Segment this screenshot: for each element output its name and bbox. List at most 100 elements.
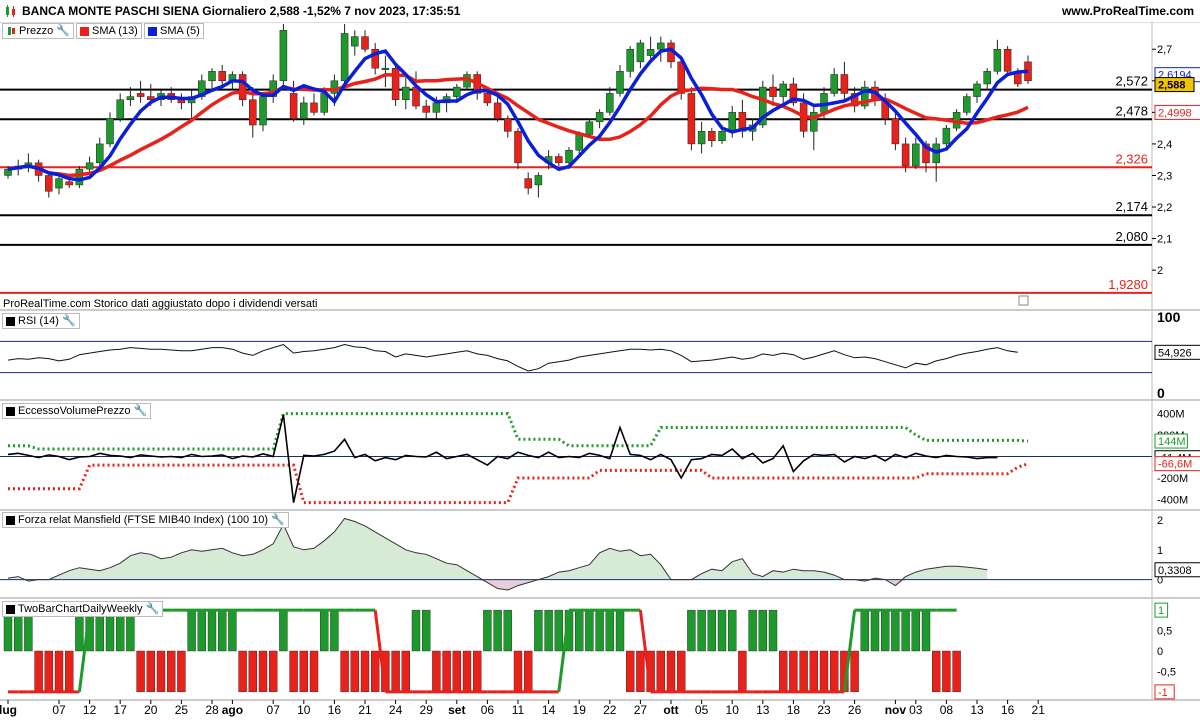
candle-down <box>361 36 369 50</box>
candle-icon <box>8 27 15 35</box>
twobar-down-bar <box>942 650 951 693</box>
mansfield-badge: 0,3308 <box>1158 565 1192 577</box>
support-line-label: 2,174 <box>1115 199 1148 214</box>
twobar-down-bar <box>626 650 635 693</box>
evp-ytick-label: -200M <box>1157 473 1188 485</box>
legend-sma5[interactable]: SMA (5) <box>144 23 204 39</box>
x-tick-label: 25 <box>175 703 189 717</box>
x-tick-label: 07 <box>267 703 281 717</box>
candle-down <box>891 118 900 145</box>
x-tick-label: 20 <box>144 703 158 717</box>
twobar-up-bar <box>687 609 696 652</box>
sma5-swatch <box>148 26 157 36</box>
support-line-label: 2,572 <box>1115 74 1148 89</box>
candle-up <box>657 42 665 50</box>
candle-down <box>901 143 910 167</box>
twobar-panel-label[interactable]: TwoBarChartDailyWeekly 🔧 <box>2 601 164 617</box>
twobar-down-bar <box>136 650 145 693</box>
twobar-up-bar <box>422 609 431 652</box>
twobar-down-bar <box>54 650 64 693</box>
wrench-icon[interactable]: 🔧 <box>62 314 76 328</box>
x-tick-label: 16 <box>1001 703 1015 717</box>
candle-down <box>1003 48 1012 72</box>
evp-lower-band <box>8 462 1029 505</box>
twobar-label: TwoBarChartDailyWeekly <box>18 603 143 615</box>
support-line-label: 2,080 <box>1115 229 1148 244</box>
chart-area[interactable]: 2,72,62,52,42,32,22,122,5722,4782,3262,1… <box>0 0 1200 720</box>
candle-up <box>942 127 951 145</box>
candle-up <box>606 93 614 113</box>
evp-badge: 144M <box>1158 436 1186 448</box>
x-tick-label: 23 <box>817 703 831 717</box>
twobar-down-bar <box>64 650 74 693</box>
x-tick-label: 05 <box>695 703 709 717</box>
legend-price[interactable]: Prezzo 🔧 <box>2 23 74 39</box>
mansfield-panel-label[interactable]: Forza relat Mansfield (FTSE MIB40 Index)… <box>2 512 289 528</box>
twobar-up-bar <box>717 609 727 652</box>
candle-up <box>351 36 359 47</box>
twobar-up-bar <box>860 609 869 652</box>
candle-up <box>616 71 624 94</box>
candle-up <box>96 143 104 164</box>
x-tick-label: 27 <box>634 703 648 717</box>
twobar-down-bar <box>830 650 839 693</box>
candle-up <box>718 131 726 142</box>
x-tick-label: 12 <box>83 703 97 717</box>
twobar-down-bar <box>636 650 645 693</box>
wrench-icon[interactable]: 🔧 <box>146 602 160 616</box>
twobar-up-bar <box>575 609 584 652</box>
candle-up <box>912 143 920 167</box>
candle-up <box>300 102 308 119</box>
candle-up <box>381 67 390 70</box>
candle-down <box>493 102 502 119</box>
twobar-down-bar <box>156 650 166 693</box>
evp-ytick-label: 400M <box>1157 409 1185 421</box>
candle-up <box>453 86 461 97</box>
candle-up <box>626 48 634 72</box>
support-line-label: 2,326 <box>1115 151 1148 166</box>
history-note: ProRealTime.com Storico dati aggiustato … <box>3 298 317 310</box>
twobar-down-bar <box>452 650 461 693</box>
wrench-icon[interactable]: 🔧 <box>134 404 148 418</box>
twobar-up-bar <box>881 609 890 652</box>
twobar-down-bar <box>809 650 818 693</box>
candle-up <box>585 121 594 135</box>
candle-up <box>963 96 971 113</box>
twobar-up-bar <box>330 609 339 652</box>
twobar-down-bar <box>513 650 523 693</box>
x-tick-label: 14 <box>542 703 556 717</box>
legend-sma13[interactable]: SMA (13) <box>76 23 142 39</box>
price-ytick-label: 2,1 <box>1157 234 1172 246</box>
x-tick-label: 28 <box>205 703 219 717</box>
twobar-down-bar <box>952 650 961 693</box>
twobar-up-bar <box>768 609 778 652</box>
twobar-up-bar <box>891 609 900 652</box>
twobar-down-bar <box>166 650 176 693</box>
twobar-up-bar <box>595 609 604 652</box>
wrench-icon[interactable]: 🔧 <box>56 24 70 38</box>
twobar-down-bar <box>238 650 247 693</box>
evp-panel-label[interactable]: EccessoVolumePrezzo 🔧 <box>2 403 152 419</box>
x-tick-label: 26 <box>848 703 862 717</box>
candle-up <box>646 48 655 56</box>
x-tick-label: 16 <box>328 703 342 717</box>
twobar-up-bar <box>921 609 931 652</box>
twobar-down-bar <box>299 650 308 693</box>
candle-down <box>136 93 145 97</box>
twobar-down-bar <box>779 650 788 693</box>
twobar-up-bar <box>197 609 207 652</box>
candle-up <box>993 48 1002 72</box>
candle-up <box>534 175 543 186</box>
rsi-swatch <box>6 316 15 326</box>
wrench-icon[interactable]: 🔧 <box>271 513 285 527</box>
twobar-down-bar <box>258 650 268 693</box>
x-tick-label: 21 <box>1032 703 1046 717</box>
x-tick-label: 29 <box>420 703 434 717</box>
rsi-panel-label[interactable]: RSI (14) 🔧 <box>2 313 80 329</box>
twobar-down-bar <box>177 650 186 693</box>
rsi-label: RSI (14) <box>18 315 59 327</box>
twobar-down-bar <box>44 650 53 693</box>
twobar-down-bar <box>462 650 472 693</box>
twobar-down-bar <box>391 650 400 693</box>
twobar-up-bar <box>320 609 329 652</box>
